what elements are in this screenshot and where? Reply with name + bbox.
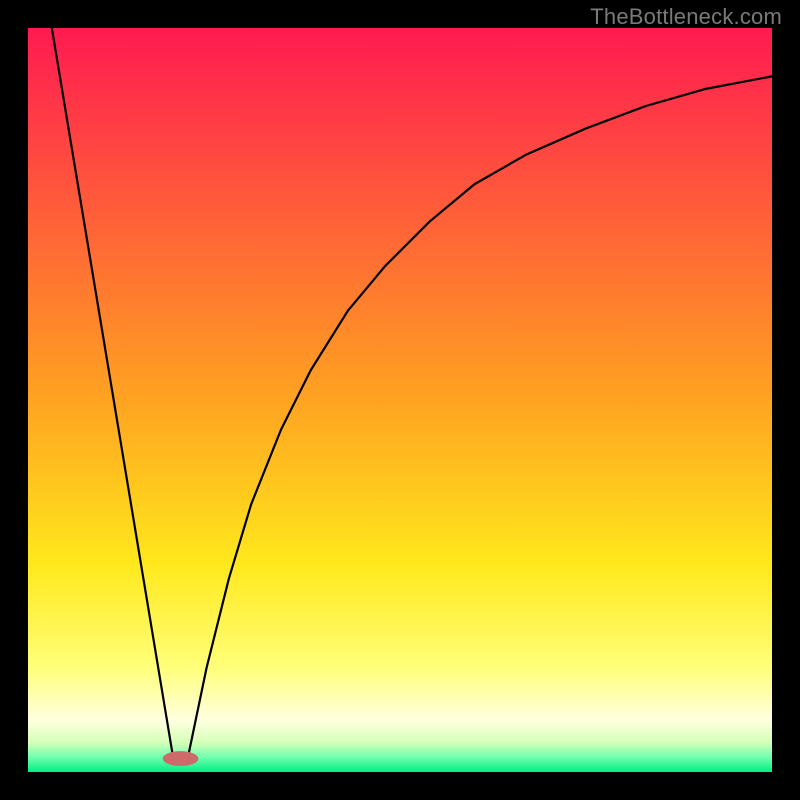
annotation-group (163, 751, 199, 766)
chart-svg (28, 28, 772, 772)
valley-marker (163, 751, 199, 766)
gradient-background (28, 28, 772, 772)
chart-frame: TheBottleneck.com (0, 0, 800, 800)
plot-area (28, 28, 772, 772)
watermark-text: TheBottleneck.com (590, 4, 782, 30)
